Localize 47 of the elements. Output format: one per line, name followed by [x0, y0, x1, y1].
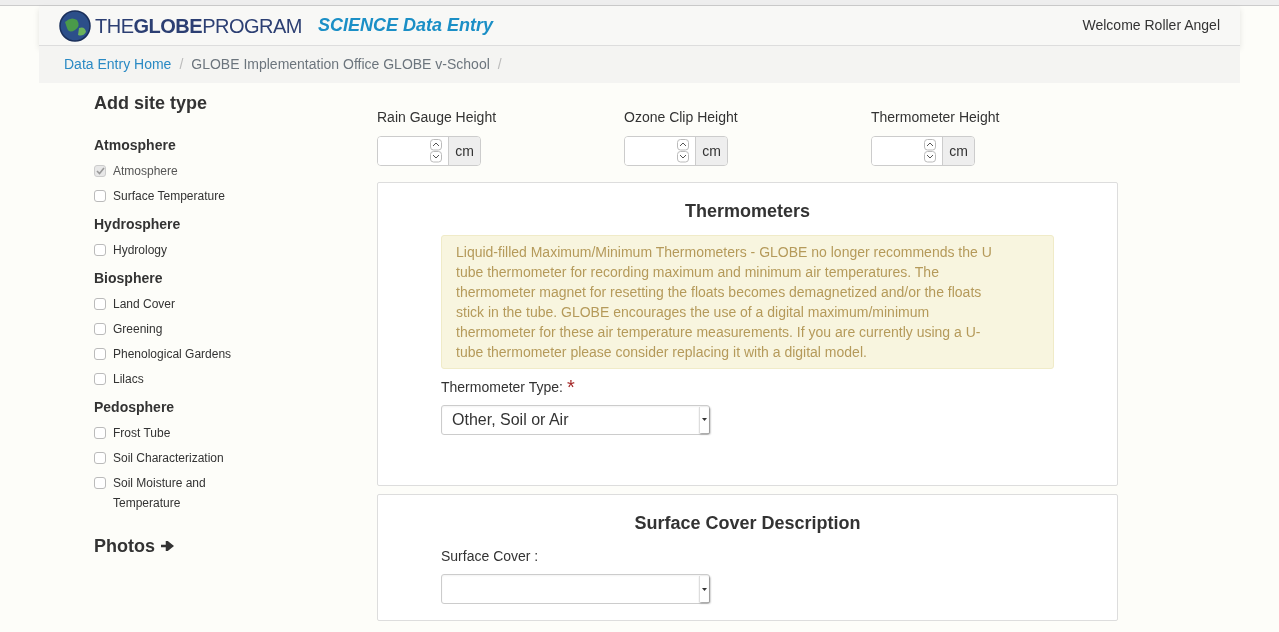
group-heading: Biosphere: [94, 268, 164, 288]
checkbox-label: Phenological Gardens: [113, 345, 232, 363]
checkbox[interactable]: [94, 451, 106, 464]
field-label: Rain Gauge Height: [377, 108, 498, 127]
checkbox-label: Soil Characterization: [113, 449, 224, 467]
notice-message: Liquid-filled Maximum/Minimum Thermometers - GLOBE no longer recommends the U tube thermometer for recording maximum and minimum air temperatures. The thermometer magnet for resetting the floats becomes demagnetized and/or the floats stick in the tube. GLOBE encourages the use of a digital maximum/minimum thermometer for these air temperature measurements. If you are currently using a U-tube thermometer please consider replacing it with a digital model.: [441, 234, 1054, 369]
checkbox[interactable]: [94, 347, 106, 360]
field-label: Thermometer Height: [871, 108, 1001, 127]
checkbox[interactable]: [94, 322, 106, 335]
checkbox[interactable]: [94, 189, 106, 202]
group-heading: Pedosphere: [94, 397, 176, 417]
breadcrumb-separator: /: [497, 55, 502, 74]
checkbox-label: Hydrology: [113, 241, 168, 259]
thermometer-type-select[interactable]: Other, Soil or Air: [441, 404, 710, 435]
checkbox[interactable]: [94, 476, 106, 489]
checkbox-label: Atmosphere: [113, 162, 178, 180]
field-label: Surface Cover :: [441, 548, 539, 565]
checkbox-label: Soil Moisture and Temperature: [113, 474, 207, 512]
panel-title: Surface Cover Description: [633, 512, 862, 535]
sidebar-title: Add site type: [94, 93, 209, 115]
group-heading: Atmosphere: [94, 135, 177, 155]
arrow-right-icon: [161, 541, 174, 552]
required-marker: *: [566, 376, 575, 397]
checkbox[interactable]: [94, 372, 106, 385]
breadcrumb-link[interactable]: Data Entry Home: [64, 54, 172, 75]
welcome-text: Welcome Roller Angel: [1082, 16, 1220, 35]
checkbox-label: Lilacs: [113, 370, 144, 388]
field-label: Ozone Clip Height: [624, 108, 739, 127]
caret-icon: [702, 418, 707, 422]
logo-text: THEGLOBEPROGRAM: [95, 13, 302, 39]
checkbox-label: Land Cover: [113, 295, 176, 313]
breadcrumb-item: GLOBE Implementation Office GLOBE v-School: [191, 55, 490, 74]
globe-logo-icon: [59, 9, 91, 42]
checkbox-label: Surface Temperature: [113, 187, 225, 205]
photos-link[interactable]: Photos: [94, 532, 174, 560]
checkbox[interactable]: [94, 297, 106, 310]
caret-icon: [702, 587, 707, 591]
field-label: Thermometer Type:: [441, 377, 563, 397]
checkbox-label: Frost Tube: [113, 424, 171, 442]
checkbox[interactable]: [94, 243, 106, 256]
checkbox-label: Greening: [113, 320, 163, 338]
panel-title: Thermometers: [683, 201, 811, 223]
surface-cover-select[interactable]: [441, 574, 710, 605]
app-title: SCIENCE Data Entry: [317, 14, 493, 37]
checkbox[interactable]: [94, 426, 106, 439]
breadcrumb-separator: /: [179, 55, 184, 74]
group-heading: Hydrosphere: [94, 214, 182, 234]
